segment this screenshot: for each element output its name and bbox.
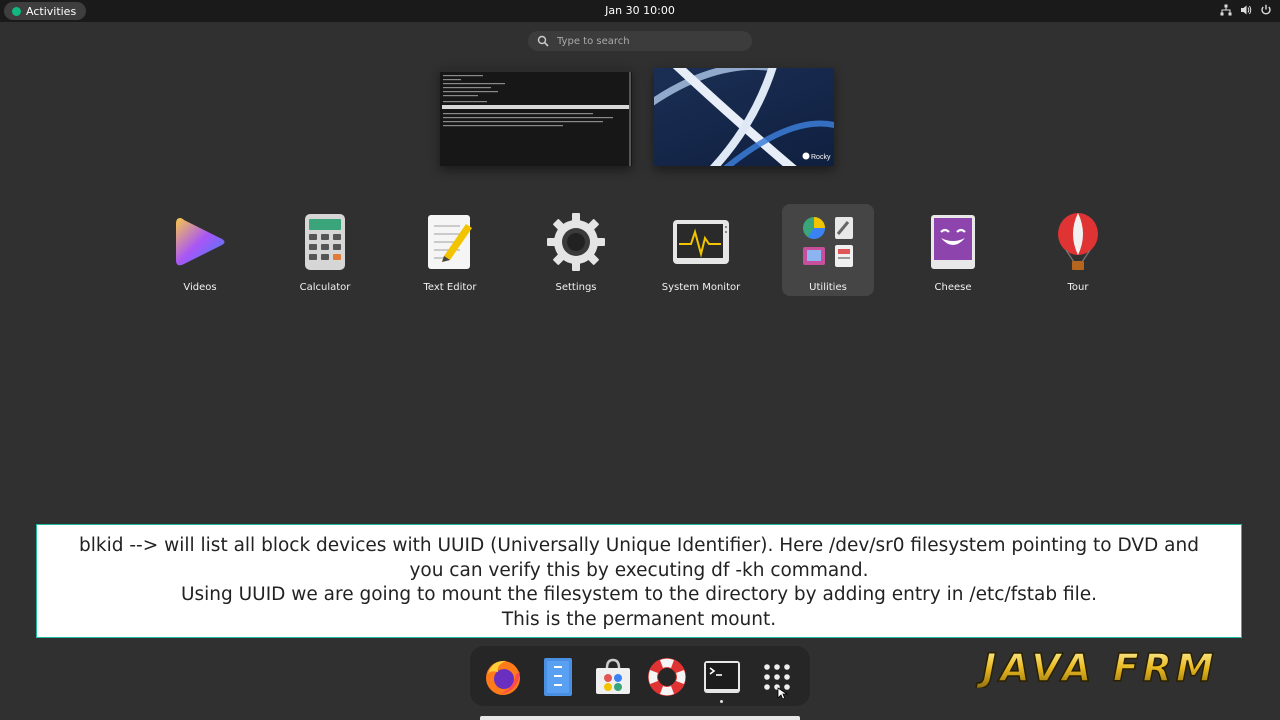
app-settings[interactable]: Settings xyxy=(530,204,622,296)
app-folder-utilities[interactable]: Utilities xyxy=(782,204,874,296)
app-label: System Monitor xyxy=(661,282,741,293)
app-calculator[interactable]: Calculator xyxy=(279,204,371,296)
balloon-icon xyxy=(1048,212,1108,272)
svg-text:JAVA FRM: JAVA FRM xyxy=(975,648,1217,688)
app-label: Videos xyxy=(183,282,217,293)
dock xyxy=(470,646,810,706)
app-label: Text Editor xyxy=(423,282,477,293)
top-bar: Activities Jan 30 10:00 xyxy=(0,0,1280,22)
terminal-icon[interactable] xyxy=(701,656,743,698)
search-bar[interactable] xyxy=(528,31,752,51)
bottom-strip xyxy=(480,716,800,720)
app-system-monitor[interactable]: System Monitor xyxy=(655,204,747,296)
caption-box: blkid --> will list all block devices wi… xyxy=(36,524,1242,638)
cheese-icon xyxy=(923,212,983,272)
software-icon[interactable] xyxy=(592,656,634,698)
app-videos[interactable]: Videos xyxy=(154,204,246,296)
utilities-folder-icon xyxy=(798,212,858,272)
running-indicator xyxy=(720,700,723,703)
app-label: Tour xyxy=(1067,282,1089,293)
caption-line: Using UUID we are going to mount the fil… xyxy=(180,584,1098,605)
help-icon[interactable] xyxy=(646,656,688,698)
app-grid-icon[interactable] xyxy=(756,656,798,698)
power-icon[interactable] xyxy=(1260,4,1272,16)
system-monitor-icon xyxy=(671,212,731,272)
app-cheese[interactable]: Cheese xyxy=(907,204,999,296)
caption-line: you can verify this by executing df -kh … xyxy=(409,559,869,581)
app-label: Utilities xyxy=(809,282,847,293)
clock[interactable]: Jan 30 10:00 xyxy=(0,4,1280,17)
mouse-cursor-icon xyxy=(777,687,789,698)
search-input[interactable] xyxy=(555,34,739,48)
caption-line: blkid --> will list all block devices wi… xyxy=(79,535,1199,556)
app-text-editor[interactable]: Text Editor xyxy=(404,204,496,296)
caption-line: This is the permanent mount. xyxy=(501,608,777,630)
rocky-brand-text: Rocky xyxy=(811,154,831,161)
search-icon xyxy=(537,35,549,47)
terminal-window-thumbnail[interactable] xyxy=(440,68,632,166)
system-tray[interactable] xyxy=(1220,4,1272,16)
volume-icon[interactable] xyxy=(1240,4,1252,16)
app-label: Cheese xyxy=(934,282,972,293)
firefox-icon[interactable] xyxy=(482,656,524,698)
app-label: Calculator xyxy=(299,282,351,293)
text-editor-icon xyxy=(420,212,480,272)
desktop-thumbnail[interactable]: Rocky xyxy=(654,68,834,166)
java-frm-logo: JAVA FRM xyxy=(972,648,1228,688)
files-icon[interactable] xyxy=(537,656,579,698)
app-label: Settings xyxy=(555,282,597,293)
app-tour[interactable]: Tour xyxy=(1032,204,1124,296)
videos-icon xyxy=(170,212,230,272)
network-icon[interactable] xyxy=(1220,4,1232,16)
gear-icon xyxy=(546,212,606,272)
calculator-icon xyxy=(295,212,355,272)
